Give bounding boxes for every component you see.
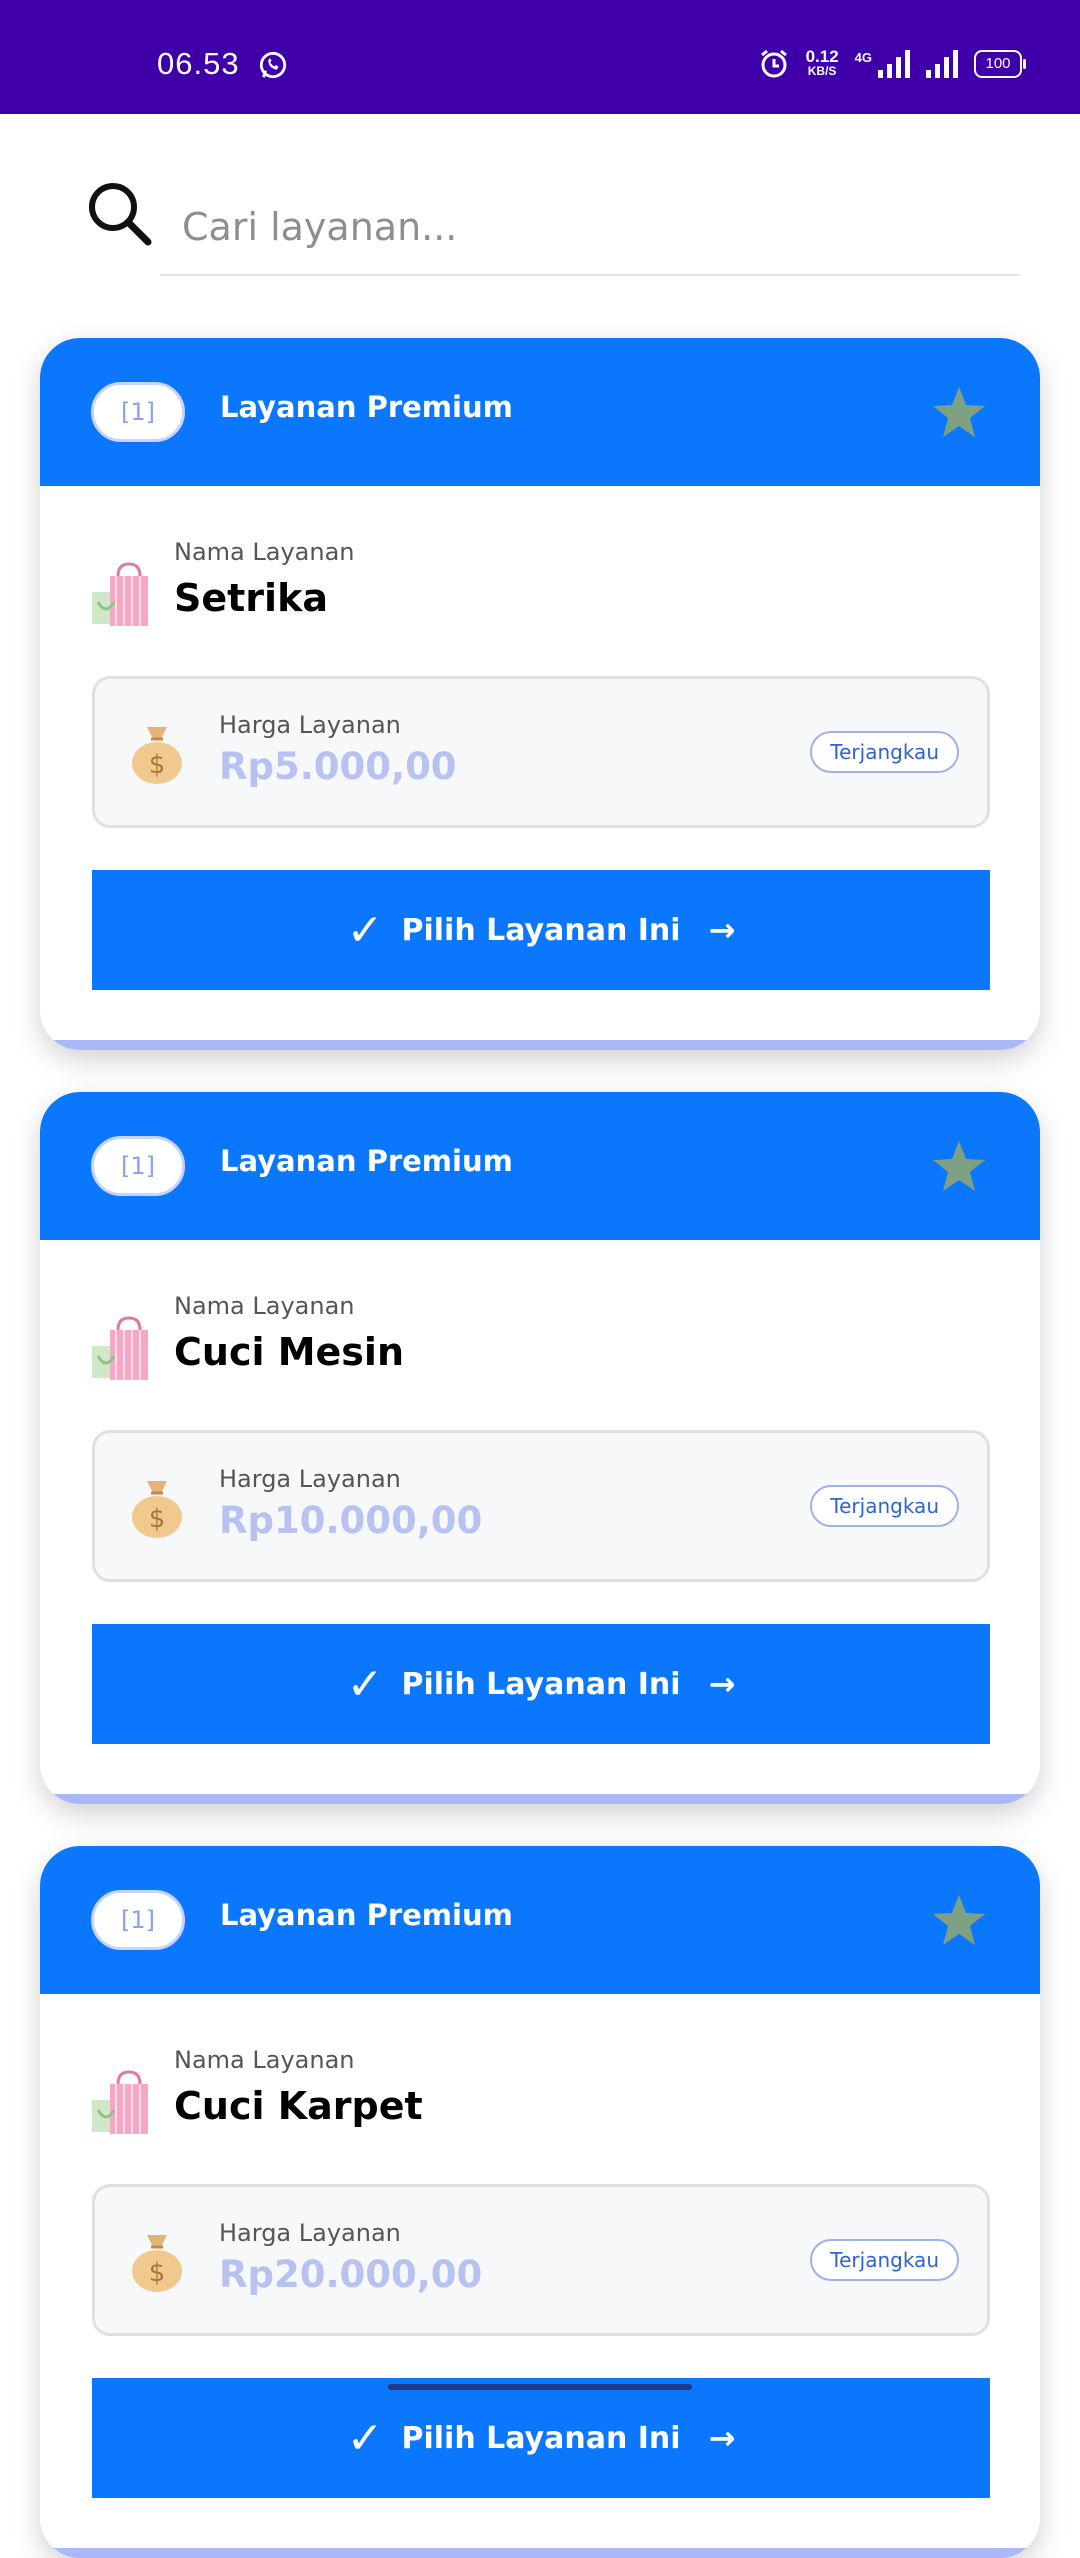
rank-badge: [1] bbox=[91, 1136, 185, 1196]
card-accent-bar bbox=[40, 2548, 1040, 2558]
rank-badge: [1] bbox=[91, 1890, 185, 1950]
shopping-bag-icon bbox=[92, 2070, 148, 2134]
button-label: Pilih Layanan Ini bbox=[401, 912, 681, 948]
star-icon[interactable] bbox=[930, 1138, 988, 1196]
price-label: Harga Layanan bbox=[219, 711, 401, 739]
price-tag: Terjangkau bbox=[810, 731, 959, 773]
service-name-block: Nama Layanan Cuci Karpet bbox=[92, 2046, 992, 2146]
price-value: Rp10.000,00 bbox=[219, 1499, 483, 1542]
check-icon: ✓ bbox=[346, 1658, 384, 1710]
money-bag-icon: $ bbox=[132, 727, 182, 784]
name-label: Nama Layanan bbox=[174, 2046, 355, 2074]
price-value: Rp20.000,00 bbox=[219, 2253, 483, 2296]
card-title: Layanan Premium bbox=[220, 1898, 513, 1932]
check-icon: ✓ bbox=[346, 904, 384, 956]
whatsapp-icon bbox=[259, 51, 287, 79]
arrow-right-icon: → bbox=[708, 911, 736, 949]
arrow-right-icon: → bbox=[708, 1665, 736, 1703]
card-header: [1] Layanan Premium bbox=[40, 338, 1040, 486]
star-icon[interactable] bbox=[930, 1892, 988, 1950]
search-input[interactable] bbox=[160, 180, 1020, 276]
status-bar: 06.53 0.12 KB/S 4G 100 bbox=[0, 0, 1080, 114]
button-label: Pilih Layanan Ini bbox=[401, 1666, 681, 1702]
service-name-block: Nama Layanan Cuci Mesin bbox=[92, 1292, 992, 1392]
signal-icon bbox=[926, 50, 958, 78]
network-type: 4G bbox=[854, 49, 872, 65]
search-icon[interactable] bbox=[86, 180, 154, 248]
select-service-button[interactable]: ✓ Pilih Layanan Ini → bbox=[92, 870, 990, 990]
card-header: [1] Layanan Premium bbox=[40, 1092, 1040, 1240]
service-card: [1] Layanan Premium Nama Layanan Setrika… bbox=[40, 338, 1040, 1050]
price-label: Harga Layanan bbox=[219, 2219, 401, 2247]
card-title: Layanan Premium bbox=[220, 1144, 513, 1178]
svg-text:$: $ bbox=[149, 1504, 166, 1534]
battery-icon: 100 bbox=[974, 50, 1026, 78]
money-bag-icon: $ bbox=[132, 1481, 182, 1538]
star-icon[interactable] bbox=[930, 384, 988, 442]
net-speed: 0.12 KB/S bbox=[805, 47, 839, 78]
name-label: Nama Layanan bbox=[174, 538, 355, 566]
service-card: [1] Layanan Premium Nama Layanan Cuci Me… bbox=[40, 1092, 1040, 1804]
home-indicator[interactable] bbox=[388, 2384, 692, 2390]
svg-text:$: $ bbox=[149, 750, 166, 780]
price-tag: Terjangkau bbox=[810, 2239, 959, 2281]
shopping-bag-icon bbox=[92, 562, 148, 626]
rank-badge: [1] bbox=[91, 382, 185, 442]
card-accent-bar bbox=[40, 1040, 1040, 1050]
status-time: 06.53 bbox=[157, 46, 240, 81]
service-card: [1] Layanan Premium Nama Layanan Cuci Ka… bbox=[40, 1846, 1040, 2558]
status-icons: 0.12 KB/S 4G 100 bbox=[758, 47, 1026, 80]
service-name: Setrika bbox=[174, 576, 328, 620]
check-icon: ✓ bbox=[346, 2412, 384, 2464]
svg-text:$: $ bbox=[149, 2258, 166, 2288]
service-name: Cuci Mesin bbox=[174, 1330, 405, 1374]
price-tag: Terjangkau bbox=[810, 1485, 959, 1527]
select-service-button[interactable]: ✓ Pilih Layanan Ini → bbox=[92, 2378, 990, 2498]
service-name: Cuci Karpet bbox=[174, 2084, 423, 2128]
price-box: $ Harga Layanan Rp20.000,00 Terjangkau bbox=[92, 2184, 990, 2336]
shopping-bag-icon bbox=[92, 1316, 148, 1380]
card-accent-bar bbox=[40, 1794, 1040, 1804]
price-box: $ Harga Layanan Rp10.000,00 Terjangkau bbox=[92, 1430, 990, 1582]
money-bag-icon: $ bbox=[132, 2235, 182, 2292]
button-label: Pilih Layanan Ini bbox=[401, 2420, 681, 2456]
service-name-block: Nama Layanan Setrika bbox=[92, 538, 992, 638]
price-box: $ Harga Layanan Rp5.000,00 Terjangkau bbox=[92, 676, 990, 828]
signal-icon bbox=[878, 50, 910, 78]
select-service-button[interactable]: ✓ Pilih Layanan Ini → bbox=[92, 1624, 990, 1744]
card-header: [1] Layanan Premium bbox=[40, 1846, 1040, 1994]
price-value: Rp5.000,00 bbox=[219, 745, 457, 788]
card-title: Layanan Premium bbox=[220, 390, 513, 424]
name-label: Nama Layanan bbox=[174, 1292, 355, 1320]
alarm-icon bbox=[760, 49, 787, 78]
price-label: Harga Layanan bbox=[219, 1465, 401, 1493]
arrow-right-icon: → bbox=[708, 2419, 736, 2457]
